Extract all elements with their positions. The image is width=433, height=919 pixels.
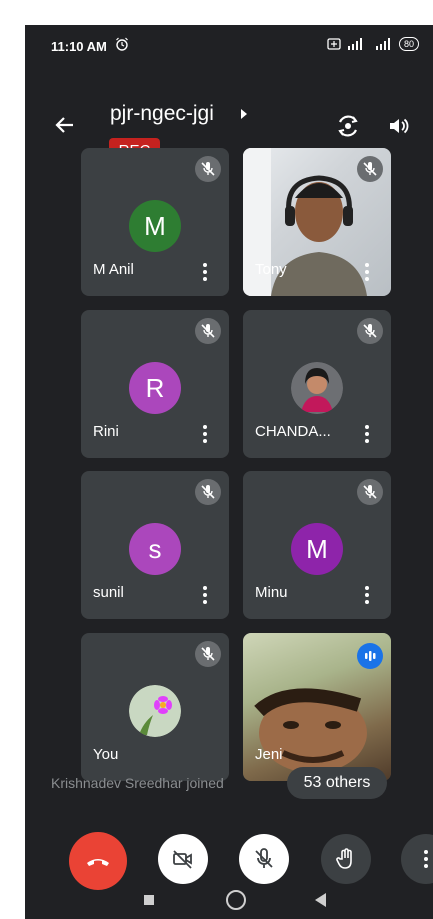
recents-button[interactable] <box>144 895 154 905</box>
status-time: 11:10 AM <box>51 39 107 54</box>
meet-call-screen: 11:10 AM 80 pjr-ngec-jgi M M Anil Tony R… <box>25 25 433 919</box>
participant-name: You <box>93 746 119 763</box>
meeting-code[interactable]: pjr-ngec-jgi <box>110 102 214 126</box>
mic-off-icon <box>357 156 383 182</box>
participant-tile[interactable]: R Rini <box>81 310 229 458</box>
alarm-icon <box>116 37 128 51</box>
status-bar: 11:10 AM 80 <box>25 25 433 65</box>
mic-toggle-button[interactable] <box>239 834 289 884</box>
mic-off-icon <box>255 848 273 868</box>
participant-tile-video[interactable]: Tony <box>243 148 391 296</box>
participant-name: CHANDA... <box>255 423 331 440</box>
mic-off-icon <box>357 479 383 505</box>
participant-name: Minu <box>255 584 288 601</box>
more-vert-icon[interactable] <box>195 260 215 282</box>
mic-off-icon <box>195 318 221 344</box>
phone-hangup-icon <box>87 859 109 866</box>
mic-off-icon <box>195 641 221 667</box>
more-vert-icon[interactable] <box>195 583 215 605</box>
participant-tile[interactable]: CHANDA... <box>243 310 391 458</box>
participant-tile-self[interactable]: You <box>81 633 229 781</box>
avatar-photo <box>291 362 343 414</box>
more-vert-icon[interactable] <box>357 422 377 444</box>
end-call-button[interactable] <box>69 832 127 890</box>
participant-tile[interactable]: s sunil <box>81 471 229 619</box>
participant-name: sunil <box>93 584 124 601</box>
participant-tile[interactable]: M Minu <box>243 471 391 619</box>
more-vert-icon[interactable] <box>357 260 377 282</box>
video-off-icon <box>173 850 192 869</box>
arrow-left-icon[interactable] <box>53 113 77 137</box>
more-options-button[interactable] <box>401 834 433 884</box>
mic-off-icon <box>357 318 383 344</box>
participant-name: Tony <box>255 261 287 278</box>
avatar: M <box>129 200 181 252</box>
participant-tile-video[interactable]: Jeni <box>243 633 391 781</box>
participant-name: M Anil <box>93 261 134 278</box>
more-vert-icon[interactable] <box>195 422 215 444</box>
avatar: R <box>129 362 181 414</box>
camera-toggle-button[interactable] <box>158 834 208 884</box>
speaking-indicator-icon <box>357 643 383 669</box>
raise-hand-button[interactable] <box>321 834 371 884</box>
join-toast: Krishnadev Sreedhar joined <box>51 775 224 791</box>
speaker-icon[interactable] <box>388 115 410 137</box>
avatar: s <box>129 523 181 575</box>
data-saver-icon <box>327 38 341 50</box>
more-vert-icon <box>424 850 428 868</box>
more-vert-icon[interactable] <box>357 583 377 605</box>
hand-icon <box>336 848 352 869</box>
signal-icon-2 <box>375 38 390 50</box>
participant-name: Rini <box>93 423 119 440</box>
others-pill[interactable]: 53 others <box>287 767 387 799</box>
signal-icon <box>347 38 362 50</box>
status-icons: 80 <box>327 37 419 51</box>
camera-switch-icon[interactable] <box>335 113 361 139</box>
battery-indicator: 80 <box>398 37 419 51</box>
home-button[interactable] <box>226 890 246 910</box>
caret-right-icon[interactable] <box>239 108 249 120</box>
mic-off-icon <box>195 479 221 505</box>
avatar: M <box>291 523 343 575</box>
participant-name: Jeni <box>255 746 283 763</box>
avatar-photo <box>129 685 181 737</box>
mic-off-icon <box>195 156 221 182</box>
back-nav-button[interactable] <box>315 893 326 907</box>
participant-tile[interactable]: M M Anil <box>81 148 229 296</box>
